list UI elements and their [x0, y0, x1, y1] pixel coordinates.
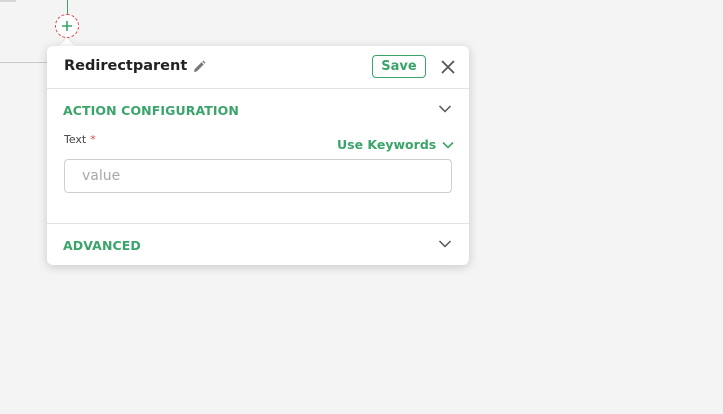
chevron-down-icon — [442, 141, 454, 149]
panel-header: Redirectparent Save — [47, 46, 469, 89]
section-title: ADVANCED — [63, 238, 141, 253]
required-indicator: * — [90, 133, 96, 146]
text-field-label: Text * — [64, 133, 96, 146]
connector-line — [67, 0, 68, 14]
use-keywords-dropdown[interactable]: Use Keywords — [337, 137, 454, 152]
pencil-icon[interactable] — [192, 60, 206, 74]
step-title: Redirectparent — [64, 58, 188, 74]
connector-line — [0, 62, 50, 63]
field-label-text: Text — [64, 133, 87, 146]
canvas-node-edge — [0, 0, 16, 2]
action-configuration-section-toggle[interactable]: ACTION CONFIGURATION — [47, 89, 469, 129]
save-button[interactable]: Save — [372, 55, 426, 78]
step-config-panel: Redirectparent Save ACTION CONFIGURATION… — [47, 46, 469, 265]
close-icon[interactable] — [440, 59, 456, 75]
plus-icon — [62, 21, 72, 31]
workflow-canvas: Redirectparent Save ACTION CONFIGURATION… — [0, 0, 723, 414]
use-keywords-label: Use Keywords — [337, 137, 437, 152]
chevron-down-icon — [438, 105, 452, 113]
add-step-button[interactable] — [55, 14, 79, 38]
chevron-down-icon — [438, 240, 452, 248]
section-title: ACTION CONFIGURATION — [63, 103, 239, 118]
text-value-input[interactable] — [64, 159, 452, 193]
advanced-section-toggle[interactable]: ADVANCED — [47, 223, 469, 264]
